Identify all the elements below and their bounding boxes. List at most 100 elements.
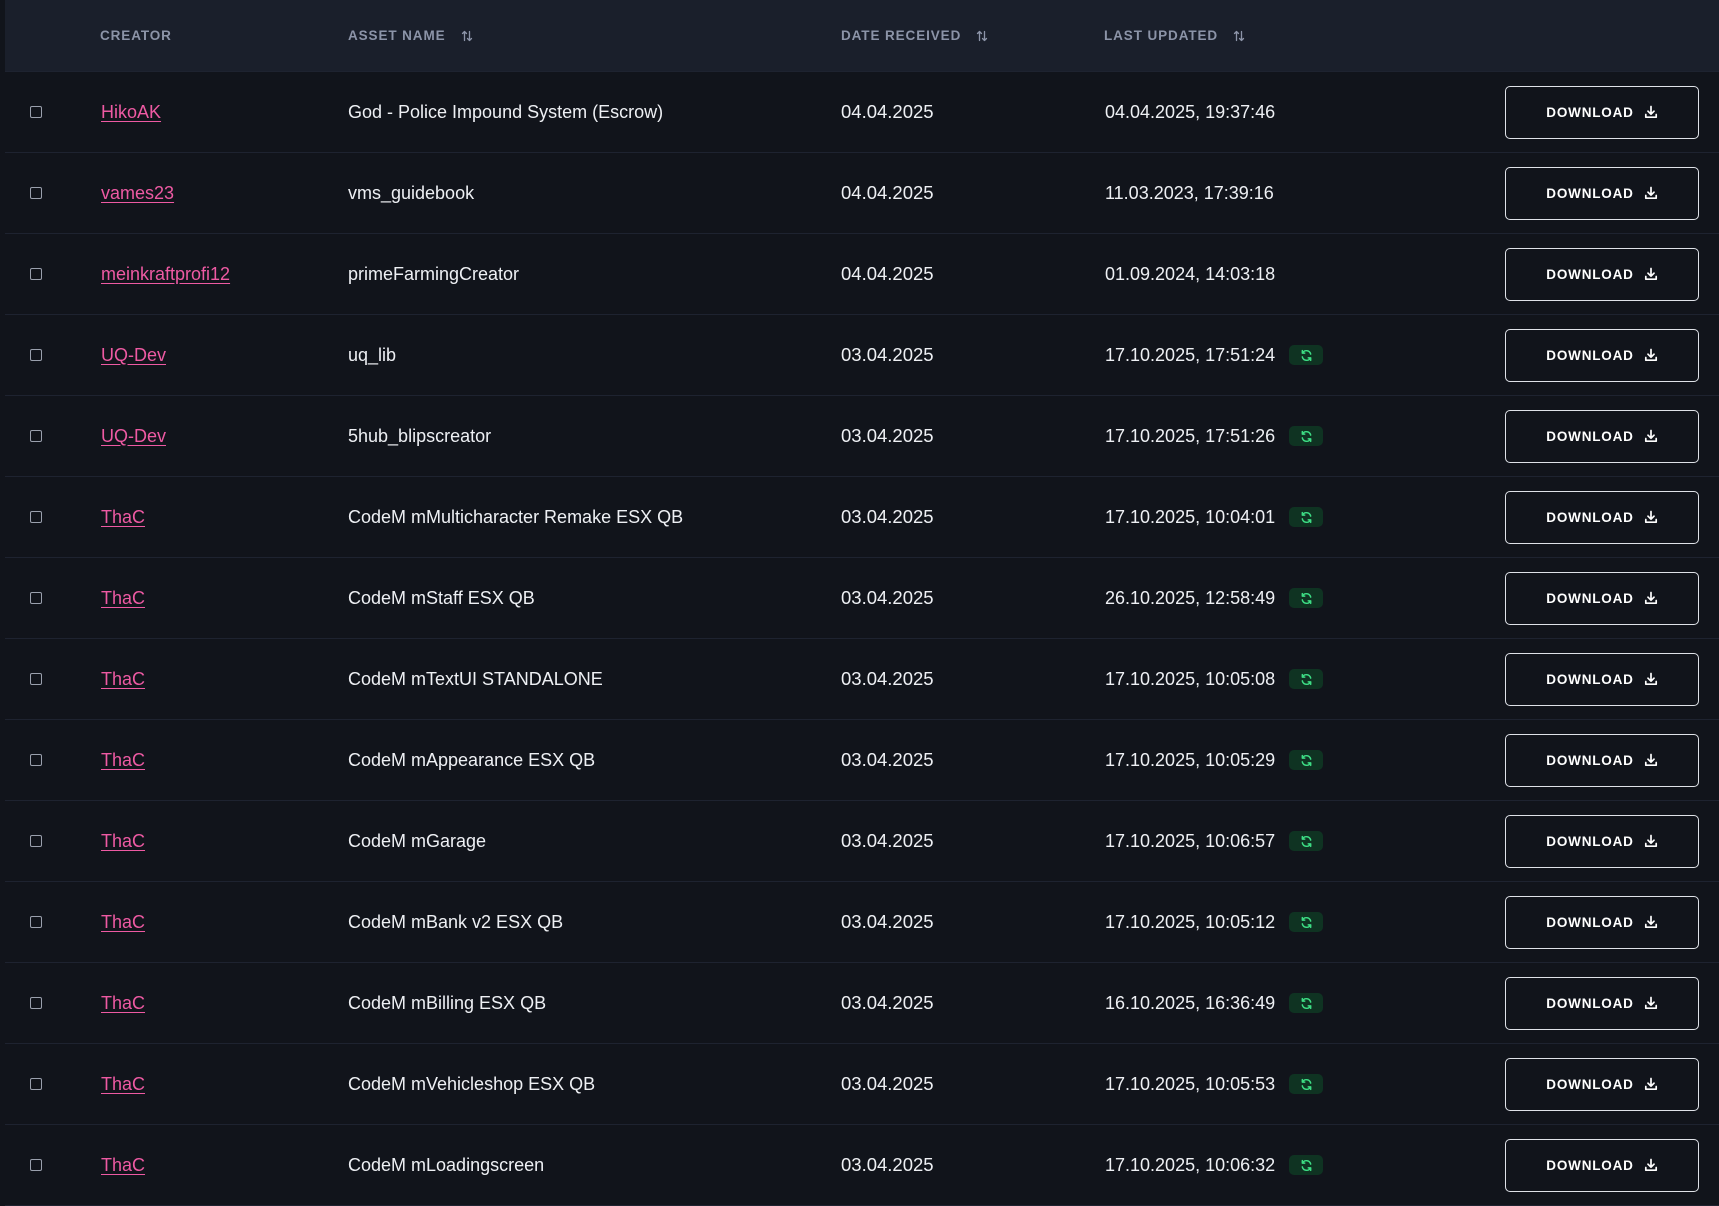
date-received: 03.04.2025 — [841, 425, 934, 446]
row-checkbox[interactable] — [30, 430, 42, 442]
download-button[interactable]: DOWNLOAD — [1505, 976, 1699, 1030]
download-button[interactable]: DOWNLOAD — [1505, 571, 1699, 625]
action-cell: DOWNLOAD — [1505, 720, 1699, 800]
creator-link[interactable]: ThaC — [101, 912, 145, 933]
creator-link[interactable]: HikoAK — [101, 102, 161, 123]
column-header-date-received[interactable]: DATE RECEIVED — [841, 0, 989, 71]
row-checkbox[interactable] — [30, 916, 42, 928]
row-checkbox[interactable] — [30, 187, 42, 199]
assets-table: CREATOR ASSET NAME DATE RECEIVED LAST UP… — [5, 0, 1719, 1206]
download-button[interactable]: DOWNLOAD — [1505, 1057, 1699, 1111]
update-available-badge — [1289, 669, 1324, 689]
row-checkbox-cell — [30, 234, 42, 314]
date-received-cell: 03.04.2025 — [841, 396, 934, 476]
download-icon — [1644, 753, 1657, 767]
creator-link[interactable]: ThaC — [101, 750, 145, 771]
row-checkbox-cell — [30, 477, 42, 557]
download-button[interactable]: DOWNLOAD — [1505, 814, 1699, 868]
download-button[interactable]: DOWNLOAD — [1505, 652, 1699, 706]
refresh-icon — [1301, 916, 1312, 928]
creator-link[interactable]: UQ-Dev — [101, 426, 166, 447]
row-checkbox[interactable] — [30, 754, 42, 766]
asset-name-cell: CodeM mMulticharacter Remake ESX QB — [348, 477, 683, 557]
creator-link[interactable]: ThaC — [101, 669, 145, 690]
row-checkbox[interactable] — [30, 349, 42, 361]
asset-name-cell: CodeM mBilling ESX QB — [348, 963, 546, 1043]
creator-link[interactable]: ThaC — [101, 588, 145, 609]
asset-name: CodeM mLoadingscreen — [348, 1154, 545, 1175]
asset-name: CodeM mAppearance ESX QB — [348, 749, 596, 770]
asset-name: CodeM mMulticharacter Remake ESX QB — [348, 506, 684, 527]
download-button-label: DOWNLOAD — [1546, 428, 1634, 444]
asset-name-cell: primeFarmingCreator — [348, 234, 519, 314]
download-button-label: DOWNLOAD — [1546, 266, 1634, 282]
date-received: 03.04.2025 — [841, 668, 934, 689]
row-checkbox[interactable] — [30, 1078, 42, 1090]
action-cell: DOWNLOAD — [1505, 882, 1699, 962]
update-available-badge — [1289, 993, 1324, 1013]
row-checkbox-cell — [30, 963, 42, 1043]
download-button[interactable]: DOWNLOAD — [1505, 1138, 1699, 1192]
column-header-last-updated[interactable]: LAST UPDATED — [1104, 0, 1246, 71]
refresh-icon — [1301, 997, 1312, 1009]
last-updated: 17.10.2025, 17:51:24 — [1105, 344, 1276, 365]
download-button[interactable]: DOWNLOAD — [1505, 409, 1699, 463]
last-updated: 17.10.2025, 10:06:32 — [1105, 1154, 1276, 1175]
row-checkbox[interactable] — [30, 106, 42, 118]
creator-link[interactable]: meinkraftprofi12 — [101, 264, 230, 285]
last-updated: 17.10.2025, 10:05:08 — [1105, 668, 1276, 689]
last-updated-cell: 11.03.2023, 17:39:16 — [1105, 153, 1274, 233]
sort-icon[interactable] — [1232, 29, 1246, 43]
creator-link[interactable]: ThaC — [101, 993, 145, 1014]
download-button-label: DOWNLOAD — [1546, 833, 1634, 849]
row-checkbox[interactable] — [30, 511, 42, 523]
download-button[interactable]: DOWNLOAD — [1505, 733, 1699, 787]
table-row: ThaC CodeM mAppearance ESX QB 03.04.2025… — [5, 720, 1719, 801]
row-checkbox-cell — [30, 315, 42, 395]
creator-link[interactable]: ThaC — [101, 1074, 145, 1095]
download-button-label: DOWNLOAD — [1546, 1157, 1634, 1173]
download-button-label: DOWNLOAD — [1546, 104, 1634, 120]
row-checkbox[interactable] — [30, 997, 42, 1009]
download-button-label: DOWNLOAD — [1546, 752, 1634, 768]
download-button-label: DOWNLOAD — [1546, 509, 1634, 525]
refresh-icon — [1301, 430, 1312, 442]
row-checkbox[interactable] — [30, 592, 42, 604]
date-received-cell: 03.04.2025 — [841, 720, 934, 800]
table-row: ThaC CodeM mGarage 03.04.2025 17.10.2025… — [5, 801, 1719, 882]
creator-link[interactable]: ThaC — [101, 1155, 145, 1176]
sort-icon[interactable] — [460, 29, 474, 43]
creator-cell: ThaC — [101, 963, 145, 1043]
action-cell: DOWNLOAD — [1505, 801, 1699, 881]
download-button[interactable]: DOWNLOAD — [1505, 166, 1699, 220]
asset-name-cell: CodeM mBank v2 ESX QB — [348, 882, 563, 962]
download-button[interactable]: DOWNLOAD — [1505, 490, 1699, 544]
row-checkbox[interactable] — [30, 673, 42, 685]
asset-name: CodeM mVehicleshop ESX QB — [348, 1073, 596, 1094]
row-checkbox[interactable] — [30, 835, 42, 847]
date-received-cell: 03.04.2025 — [841, 882, 934, 962]
download-button[interactable]: DOWNLOAD — [1505, 85, 1699, 139]
row-checkbox[interactable] — [30, 268, 42, 280]
download-icon — [1644, 510, 1657, 524]
download-button[interactable]: DOWNLOAD — [1505, 328, 1699, 382]
date-received-cell: 03.04.2025 — [841, 477, 934, 557]
column-header-asset-name[interactable]: ASSET NAME — [348, 0, 474, 71]
asset-name-cell: CodeM mTextUI STANDALONE — [348, 639, 603, 719]
row-checkbox[interactable] — [30, 1159, 42, 1171]
column-header-last-updated-label: LAST UPDATED — [1104, 28, 1219, 43]
date-received: 03.04.2025 — [841, 1154, 934, 1175]
table-row: UQ-Dev 5hub_blipscreator 03.04.2025 17.1… — [5, 396, 1719, 477]
creator-link[interactable]: UQ-Dev — [101, 345, 166, 366]
update-available-badge — [1289, 345, 1324, 365]
action-cell: DOWNLOAD — [1505, 1044, 1699, 1124]
creator-link[interactable]: ThaC — [101, 507, 145, 528]
creator-cell: ThaC — [101, 477, 145, 557]
sort-icon[interactable] — [975, 29, 989, 43]
download-icon — [1644, 672, 1657, 686]
download-button[interactable]: DOWNLOAD — [1505, 247, 1699, 301]
creator-link[interactable]: ThaC — [101, 831, 145, 852]
last-updated: 11.03.2023, 17:39:16 — [1105, 182, 1274, 203]
download-button[interactable]: DOWNLOAD — [1505, 895, 1699, 949]
creator-link[interactable]: vames23 — [101, 183, 174, 204]
